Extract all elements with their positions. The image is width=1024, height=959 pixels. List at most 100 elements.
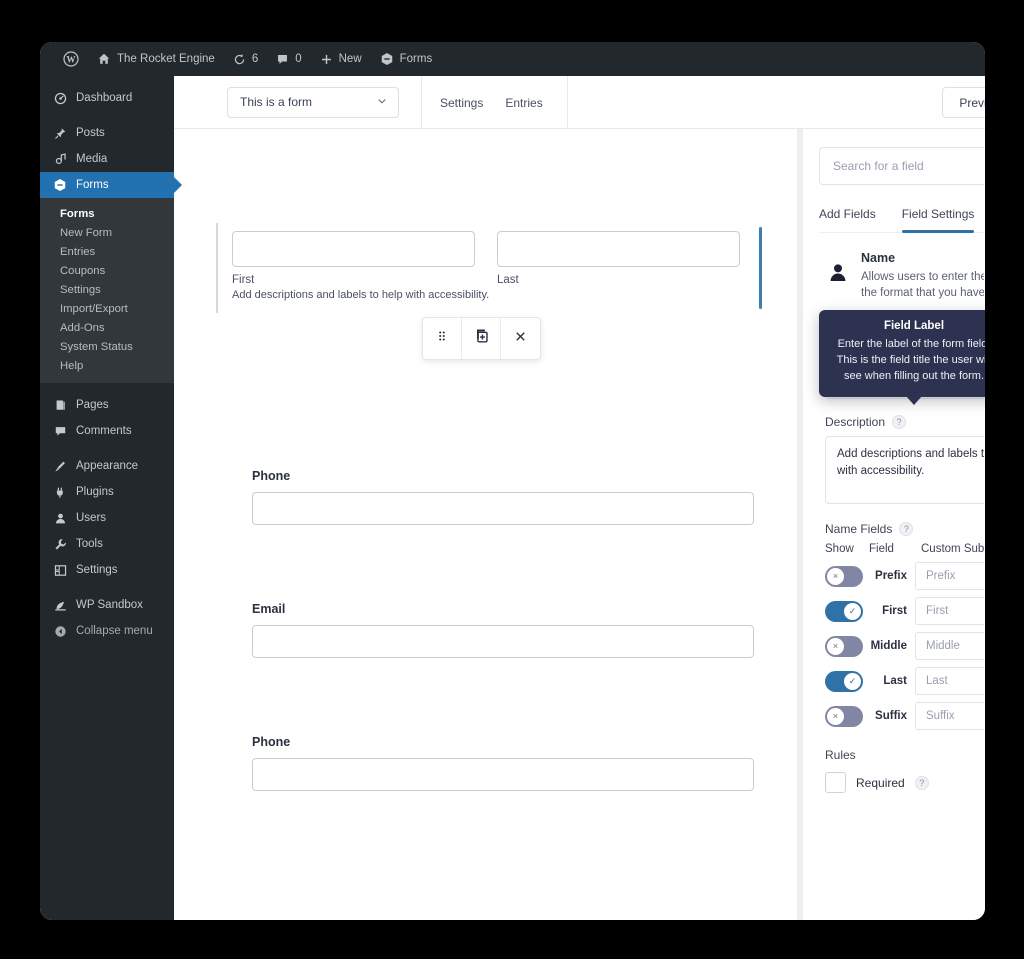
submenu-item-settings[interactable]: Settings [40,280,174,299]
field-card-title: Name [861,251,984,265]
name-fields-caption: Name Fields ? [825,522,984,536]
form-selector-dropdown[interactable]: This is a form [227,87,399,118]
toggle-first[interactable]: ✓ [825,601,863,622]
last-name-sublabel: Last [497,274,740,286]
help-icon[interactable]: ? [899,522,913,536]
wordpress-admin-window: W The Rocket Engine 6 0 New [40,42,985,920]
sidebar-item-collapse-menu[interactable]: Collapse menu [40,618,174,644]
sandbox-icon [52,599,68,612]
admin-bar-forms[interactable]: Forms [371,42,442,76]
sidebar-label-pages: Pages [76,399,109,411]
email-label: Email [252,602,762,616]
tab-settings[interactable]: Settings [440,96,483,110]
last-name-input[interactable] [497,231,740,267]
sidebar-item-forms[interactable]: Forms [40,172,174,198]
sub-label-placeholder-prefix: Prefix [926,570,955,582]
name-subfield-last: Last [497,231,740,286]
field-toolbar [422,317,541,360]
sub-label-input-suffix[interactable]: Suffix [915,702,984,730]
sidebar-item-media[interactable]: Media [40,146,174,172]
submenu-item-coupons[interactable]: Coupons [40,261,174,280]
sub-label-input-last[interactable]: Last [915,667,984,695]
help-icon[interactable]: ? [915,776,929,790]
editor-row: First Last Add descriptions and labels t… [174,129,985,920]
sidebar-label-appearance: Appearance [76,460,138,472]
submenu-item-new-form[interactable]: New Form [40,223,174,242]
sub-label-input-middle[interactable]: Middle [915,632,984,660]
tab-add-fields[interactable]: Add Fields [819,207,876,232]
sidebar-item-pages[interactable]: Pages [40,392,174,418]
sidebar-item-settings[interactable]: Settings [40,557,174,583]
name-field-row-prefix: × Prefix Prefix [825,562,984,590]
field-search-placeholder: Search for a field [833,159,924,173]
sidebar-item-appearance[interactable]: Appearance [40,453,174,479]
wordpress-logo-icon: W [63,51,79,67]
editor-field-name[interactable]: First Last Add descriptions and labels t… [174,223,798,313]
content-area: This is a form Settings Entries Preview [174,76,985,920]
preview-button[interactable]: Preview [942,87,985,118]
email-input[interactable] [252,625,754,658]
editor-field-email[interactable]: Email [174,602,798,658]
new-label: New [339,53,362,65]
sidebar-item-tools[interactable]: Tools [40,531,174,557]
admin-sidebar: Dashboard Posts Media Forms Forms New Fo… [40,76,174,920]
duplicate-field-button[interactable] [462,318,501,359]
help-icon[interactable]: ? [892,415,906,429]
admin-bar-wordpress-logo[interactable]: W [54,42,88,76]
editor-field-phone-2[interactable]: Phone [174,735,798,791]
field-settings-inner: Search for a field Add Fields Field Sett… [803,147,984,793]
toggle-knob-off-icon: × [827,708,844,725]
admin-bar-updates[interactable]: 6 [224,42,267,76]
field-search-input[interactable]: Search for a field [819,147,984,185]
sidebar-item-wp-sandbox[interactable]: WP Sandbox [40,592,174,618]
close-icon [514,330,527,348]
delete-field-button[interactable] [501,318,540,359]
sidebar-item-comments[interactable]: Comments [40,418,174,444]
toggle-last[interactable]: ✓ [825,671,863,692]
update-count: 6 [252,53,258,65]
sidebar-item-dashboard[interactable]: Dashboard [40,85,174,111]
sidebar-item-posts[interactable]: Posts [40,120,174,146]
brush-icon [52,460,68,473]
tab-field-settings[interactable]: Field Settings [902,207,975,232]
sub-label-placeholder-last: Last [926,675,948,687]
admin-bar-site-name[interactable]: The Rocket Engine [88,42,224,76]
sidebar-item-users[interactable]: Users [40,505,174,531]
editor-field-phone-1[interactable]: Phone [174,469,798,525]
drag-handle-button[interactable] [423,318,462,359]
tooltip-body: Enter the label of the form field. This … [829,337,985,385]
form-selector-value: This is a form [240,95,312,109]
required-checkbox[interactable] [825,772,846,793]
first-name-input[interactable] [232,231,475,267]
toggle-suffix[interactable]: × [825,706,863,727]
toggle-prefix[interactable]: × [825,566,863,587]
name-field-row-last: ✓ Last Last [825,667,984,695]
sub-label-placeholder-first: First [926,605,948,617]
svg-text:W: W [67,55,76,65]
column-header-custom-sub-label: Custom Sub-Label [921,543,984,555]
admin-bar-comments[interactable]: 0 [267,42,310,76]
admin-bar-new[interactable]: New [311,42,371,76]
field-info-text: Name Allows users to enter their name in… [861,251,984,301]
editor-field-name-inner: First Last Add descriptions and labels t… [216,223,762,313]
sub-label-input-first[interactable]: First [915,597,984,625]
description-textarea[interactable]: Add descriptions and labels to help with… [825,436,984,504]
phone-1-input[interactable] [252,492,754,525]
submenu-item-import-export[interactable]: Import/Export [40,299,174,318]
sub-label-input-prefix[interactable]: Prefix [915,562,984,590]
description-caption: Description ? [825,415,984,429]
submenu-item-add-ons[interactable]: Add-Ons [40,318,174,337]
toggle-knob-on-icon: ✓ [844,673,861,690]
name-field-row-first: ✓ First First [825,597,984,625]
sidebar-item-plugins[interactable]: Plugins [40,479,174,505]
phone-2-input[interactable] [252,758,754,791]
sidebar-label-plugins: Plugins [76,486,114,498]
toggle-middle[interactable]: × [825,636,863,657]
submenu-item-system-status[interactable]: System Status [40,337,174,356]
first-name-sublabel: First [232,274,475,286]
submenu-item-help[interactable]: Help [40,356,174,375]
wp-admin-bar: W The Rocket Engine 6 0 New [40,42,985,76]
submenu-item-forms[interactable]: Forms [40,204,174,223]
tab-entries[interactable]: Entries [505,96,542,110]
submenu-item-entries[interactable]: Entries [40,242,174,261]
